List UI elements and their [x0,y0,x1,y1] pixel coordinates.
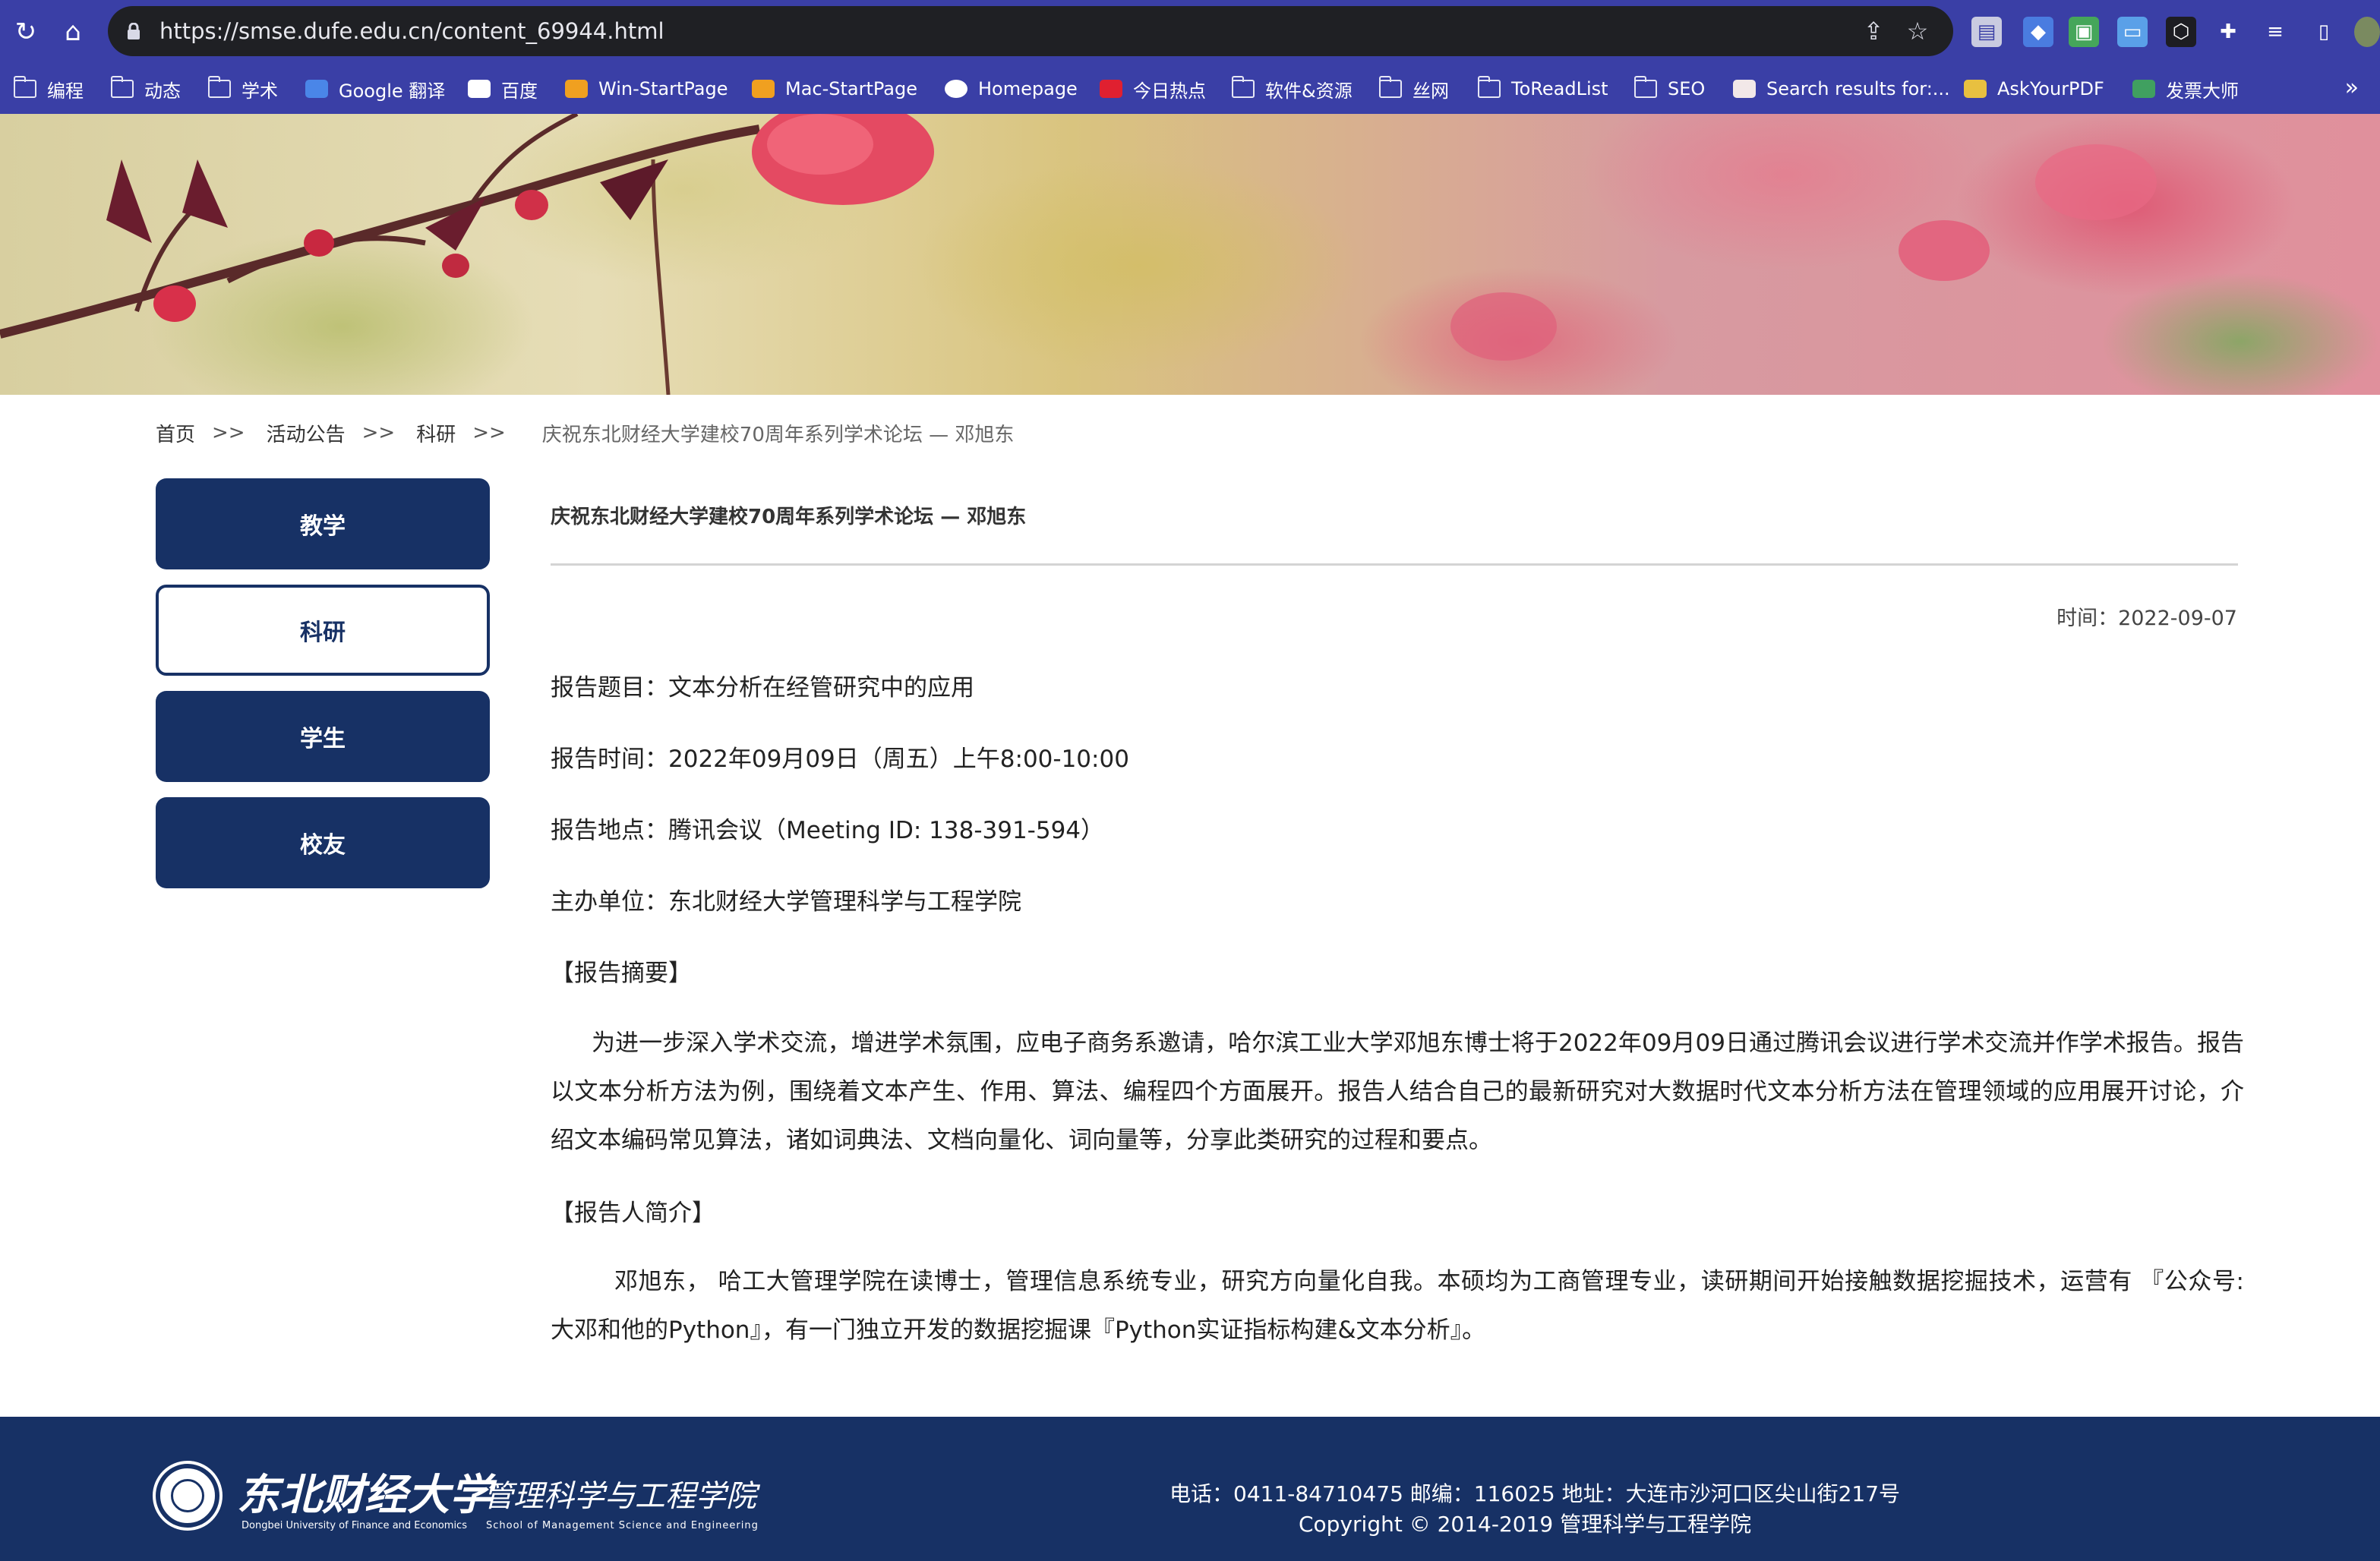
bookmark-xueshu[interactable]: 学术 [208,64,278,114]
bookmark-google-translate[interactable]: Google 翻译 [305,64,445,114]
browser-toolbar: ↻ ⌂ https://smse.dufe.edu.cn/content_699… [0,0,2380,64]
school-name-english: School of Management Science and Enginee… [486,1520,759,1531]
breadcrumb-separator: >> [472,421,506,444]
share-icon[interactable]: ⇪ [1858,15,1889,47]
folder-icon [1634,76,1657,98]
bookmark-win-startpage[interactable]: Win-StartPage [565,64,728,114]
school-name-logo: 管理科学与工程学院 [483,1479,756,1514]
contact-info: 电话：0411-84710475 邮编：116025 地址：大连市沙河口区尖山街… [1169,1481,1901,1506]
breadcrumb-separator: >> [212,421,245,444]
bookmark-dongtai[interactable]: 动态 [111,64,181,114]
clipboard-extension-icon[interactable]: ▣ [2069,17,2099,47]
university-name-english: Dongbei University of Finance and Econom… [241,1520,467,1531]
lock-icon [128,23,140,39]
bookmark-fapiao-dashi[interactable]: 发票大师 [2132,64,2239,114]
breadcrumb-research[interactable]: 科研 [416,419,456,447]
address-bar[interactable]: https://smse.dufe.edu.cn/content_69944.h… [108,6,1953,56]
bookmark-homepage[interactable]: Homepage [945,64,1078,114]
google-translate-icon [305,80,328,98]
bookmark-toreadlist[interactable]: ToReadList [1478,64,1608,114]
breadcrumb: 首页 >> 活动公告 >> 科研 >> 庆祝东北财经大学建校70周年系列学术论坛… [156,418,1014,448]
sidebar-item-alumni[interactable]: 校友 [156,797,490,888]
site-icon [1733,80,1756,98]
breadcrumb-announcements[interactable]: 活动公告 [267,419,346,447]
speaker-bio-heading: 【报告人简介】 [551,1200,715,1227]
folder-icon [1379,76,1402,98]
speaker-bio-paragraph: 邓旭东， 哈工大管理学院在读博士，管理信息系统专业，研究方向量化自我。本硕均为工… [551,1268,2244,1344]
sidebar-item-students[interactable]: 学生 [156,691,490,782]
report-location: 报告地点：腾讯会议（Meeting ID: 138-391-594） [551,817,1105,844]
home-icon [565,80,588,98]
university-seal-logo [156,1464,219,1528]
home-icon[interactable]: ⌂ [55,14,91,50]
report-topic: 报告题目：文本分析在经管研究中的应用 [551,674,974,702]
profile-avatar[interactable] [2354,17,2380,47]
publish-time: 时间：2022-09-07 [2056,607,2237,630]
invoice-icon [2132,80,2155,98]
reading-list-icon[interactable]: ≡ [2260,17,2290,47]
title-divider [551,563,2238,566]
baidu-icon [468,80,491,98]
breadcrumb-home[interactable]: 首页 [156,419,195,447]
reload-icon[interactable]: ↻ [8,14,44,50]
folder-icon [1232,76,1255,98]
copyright-text: Copyright © 2014-2019 管理科学与工程学院 [1299,1512,1752,1537]
breadcrumb-current: 庆祝东北财经大学建校70周年系列学术论坛 — 邓旭东 [541,423,1015,446]
document-extension-icon[interactable]: ▤ [1971,17,2002,47]
bookmark-baidu[interactable]: 百度 [468,64,538,114]
sidebar-item-research[interactable]: 科研 [156,585,490,676]
sidebar-item-teaching[interactable]: 教学 [156,478,490,569]
folder-icon [14,76,36,98]
more-bookmarks-icon[interactable]: » [2345,74,2359,101]
bookmark-search-results[interactable]: Search results for:... [1733,64,1950,114]
translate-extension-icon[interactable]: ▭ [2117,17,2148,47]
bookmark-software-resources[interactable]: 软件&资源 [1232,64,1353,114]
folder-icon [208,76,231,98]
abstract-paragraph: 为进一步深入学术交流，增进学术氛围，应电子商务系邀请，哈尔滨工业大学邓旭东博士将… [551,1030,2244,1154]
side-panel-icon[interactable]: ▯ [2309,17,2339,47]
report-organizer: 主办单位：东北财经大学管理科学与工程学院 [551,888,1021,916]
star-icon[interactable]: ☆ [1902,15,1933,47]
site-footer: 东北财经大学 Dongbei University of Finance and… [0,1417,2380,1561]
university-name-logo: 东北财经大学 [237,1470,492,1520]
hexagon-extension-icon[interactable]: ⬡ [2166,17,2196,47]
report-time: 报告时间：2022年09月09日（周五）上午8:00-10:00 [551,746,1129,773]
r-logo-icon [1100,80,1122,98]
home-icon [752,80,775,98]
folder-icon [111,76,134,98]
seal-ring [171,1479,204,1512]
bookmark-biancheng[interactable]: 编程 [14,64,84,114]
header-banner-image [0,114,2380,395]
breadcrumb-separator: >> [361,421,396,444]
layers-extension-icon[interactable]: ◆ [2023,17,2053,47]
bookmark-mac-startpage[interactable]: Mac-StartPage [752,64,917,114]
bookmark-siwang[interactable]: 丝网 [1379,64,1449,114]
puzzle-extensions-icon[interactable]: ✚ [2213,17,2243,47]
url-text[interactable]: https://smse.dufe.edu.cn/content_69944.h… [159,6,664,56]
pdf-icon [1964,80,1987,98]
bookmark-seo[interactable]: SEO [1634,64,1705,114]
blossom-branch-illustration [0,114,2157,395]
globe-icon [945,80,967,98]
bookmark-askyourpdf[interactable]: AskYourPDF [1964,64,2104,114]
article-title: 庆祝东北财经大学建校70周年系列学术论坛 — 邓旭东 [551,506,1027,528]
folder-icon [1478,76,1501,98]
bookmark-jinri-redian[interactable]: 今日热点 [1100,64,1206,114]
bookmarks-bar: 编程 动态 学术 Google 翻译 百度 Win-StartPage Mac-… [0,64,2380,114]
abstract-heading: 【报告摘要】 [551,960,692,987]
